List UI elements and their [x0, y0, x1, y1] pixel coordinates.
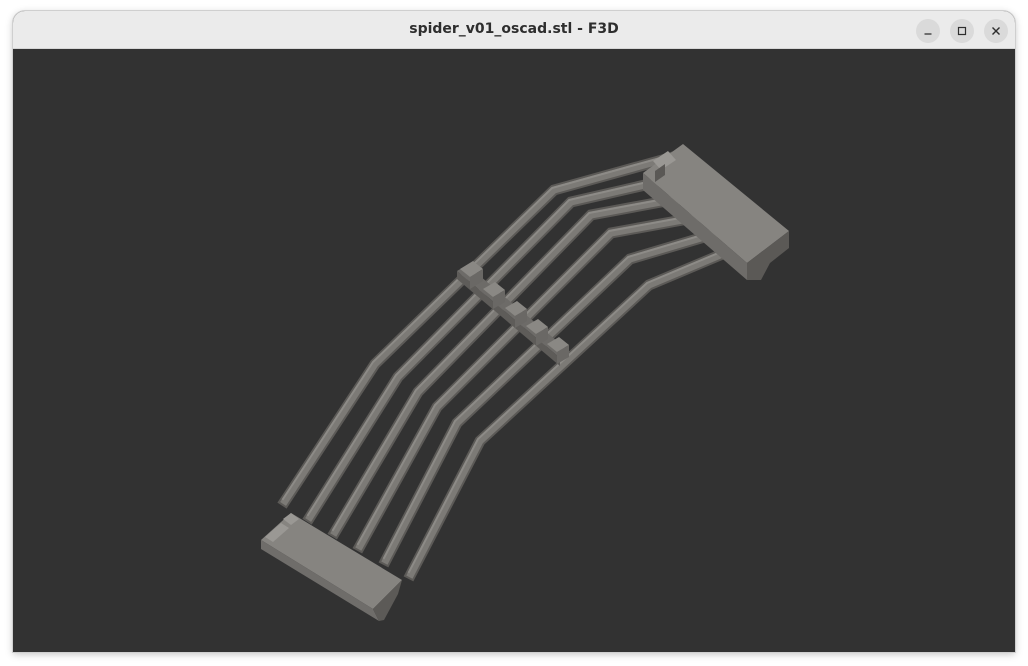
maximize-button[interactable] — [950, 19, 974, 43]
app-window: spider_v01_oscad.stl - F3D — [13, 11, 1015, 652]
3d-viewport[interactable] — [13, 49, 1015, 652]
close-icon — [992, 27, 1000, 35]
model-spacer-bar — [457, 261, 570, 366]
titlebar[interactable]: spider_v01_oscad.stl - F3D — [13, 11, 1015, 49]
model-leads — [277, 150, 733, 582]
stl-model-render — [261, 144, 789, 621]
minimize-icon — [924, 33, 932, 35]
minimize-button[interactable] — [916, 19, 940, 43]
close-button[interactable] — [984, 19, 1008, 43]
maximize-icon — [957, 26, 967, 36]
window-title: spider_v01_oscad.stl - F3D — [409, 21, 619, 37]
